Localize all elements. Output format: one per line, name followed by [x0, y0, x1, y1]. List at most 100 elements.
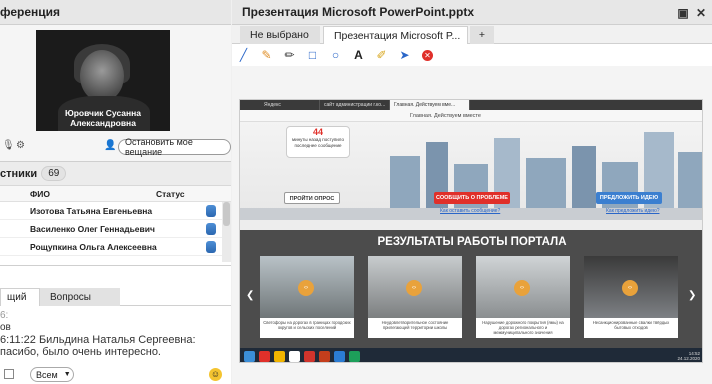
tab-not-selected[interactable]: Не выбрано — [240, 26, 320, 44]
result-card[interactable]: ‹› Светофоры на дорогах в границах город… — [260, 256, 354, 338]
presentation-title: Презентация Microsoft PowerPoint.pptx — [242, 5, 475, 19]
column-name[interactable]: ФИО — [30, 189, 156, 199]
building — [572, 146, 596, 208]
participant-row[interactable]: Рощупкина Ольга Алексеевна — [0, 238, 231, 256]
add-tab-button[interactable]: + — [470, 26, 494, 44]
recipient-select-value: Всем — [36, 369, 58, 380]
checkbox-icon[interactable] — [4, 369, 14, 379]
participant-status-icon — [206, 204, 216, 217]
taskbar-date: 24.12.2020 — [677, 356, 700, 361]
chat-messages: 6: ов 6:11:22 Бильдина Наталья Сергеевна… — [0, 310, 231, 358]
marker-tool-icon[interactable]: ✎ — [255, 46, 278, 64]
video-panel-title: ференция — [0, 5, 61, 19]
chat-panel: щий Вопросы 6: ов 6:11:22 Бильдина Натал… — [0, 266, 231, 384]
result-card-badge: ‹› — [622, 280, 638, 296]
presentation-title-bar: Презентация Microsoft PowerPoint.pptx ▣ … — [232, 0, 712, 25]
participants-panel: стники 69 ФИО Статус Изотова Татьяна Евг… — [0, 162, 231, 266]
minimize-icon[interactable]: ▣ — [676, 6, 690, 20]
result-card[interactable]: ‹› Нарушение дорожного покрытия (ямы) на… — [476, 256, 570, 338]
result-card-caption: Несанкционированные свалки твёрдых бытов… — [592, 320, 670, 330]
chat-footer: Всем ▼ ☺ — [0, 366, 231, 384]
document-tabs: Не выбрано Презентация Microsoft P... + — [232, 25, 712, 44]
pen-tool-icon[interactable]: ✏ — [278, 46, 301, 64]
start-icon[interactable] — [244, 350, 255, 362]
pointer-tool-icon[interactable]: ➤ — [393, 46, 416, 64]
chat-line: ов — [0, 322, 11, 333]
taskbar-app-icon[interactable] — [259, 350, 270, 362]
chevron-right-icon[interactable]: ❯ — [688, 290, 696, 301]
survey-button[interactable]: ПРОЙТИ ОПРОС — [284, 192, 340, 204]
column-status[interactable]: Статус — [156, 189, 185, 199]
recipient-select[interactable]: Всем ▼ — [30, 367, 74, 382]
portal-results: РЕЗУЛЬТАТЫ РАБОТЫ ПОРТАЛА ❮ ❯ ‹› Светофо… — [240, 230, 702, 348]
tab-general-chat[interactable]: щий — [0, 288, 40, 306]
close-icon[interactable]: ✕ — [694, 6, 708, 20]
emoji-icon[interactable]: ☺ — [209, 368, 222, 381]
browser-tab: Яндекс — [260, 100, 320, 110]
participants-columns: ФИО Статус — [0, 186, 231, 202]
taskbar-app-icon[interactable] — [334, 350, 345, 362]
building — [526, 158, 566, 208]
taskbar-clock: 14:52 24.12.2020 — [677, 351, 700, 361]
rectangle-tool-icon[interactable]: □ — [301, 46, 324, 64]
taskbar-app-icon[interactable] — [349, 350, 360, 362]
taskbar-app-icon[interactable] — [289, 350, 300, 362]
highlighter-tool-icon[interactable]: ✐ — [370, 46, 393, 64]
result-card[interactable]: ‹› Неудовлетворительное состояние прилег… — [368, 256, 462, 338]
taskbar-app-icon[interactable] — [274, 350, 285, 362]
result-card-caption: Светофоры на дорогах в границах городски… — [263, 320, 351, 330]
tab-questions[interactable]: Вопросы — [40, 288, 120, 306]
tab-presentation[interactable]: Презентация Microsoft P... — [323, 26, 468, 44]
stop-broadcast-button[interactable]: Остановить мое вещание — [118, 137, 231, 157]
microphone-icon[interactable]: 🎙 — [2, 140, 15, 151]
presentation-panel: Презентация Microsoft PowerPoint.pptx ▣ … — [232, 0, 712, 384]
text-tool-icon[interactable]: A — [347, 46, 370, 64]
video-panel-header: ференция — [0, 0, 231, 25]
result-card-caption: Нарушение дорожного покрытия (ямы) на до… — [482, 320, 564, 335]
left-column: ференция Юровчик Сусанна Александровна 🎙… — [0, 0, 231, 384]
browser-address: Главная. Действуем вместе — [240, 110, 702, 122]
suggest-idea-button[interactable]: ПРЕДЛОЖИТЬ ИДЕЮ — [596, 192, 662, 204]
bubble-text: минуты назад поступило последнее сообщен… — [292, 137, 344, 148]
participants-count-badge: 69 — [41, 166, 67, 181]
participant-row[interactable]: Василенко Олег Геннадьевич — [0, 220, 231, 238]
video-caption: Юровчик Сусанна Александровна — [64, 108, 142, 128]
participant-row[interactable]: Изотова Татьяна Евгеньевна — [0, 202, 231, 220]
clear-tool-icon[interactable]: ✕ — [416, 46, 439, 64]
participant-status-icon — [206, 240, 216, 253]
slide-screenshot[interactable]: Яндекс сайт администрации г.ко... Главна… — [239, 99, 703, 363]
results-title: РЕЗУЛЬТАТЫ РАБОТЫ ПОРТАЛА — [377, 236, 567, 248]
result-card-badge: ‹› — [514, 280, 530, 296]
participants-scrollbar[interactable] — [222, 202, 231, 262]
chat-tabs: щий Вопросы — [0, 288, 231, 306]
chat-line: 6: — [0, 310, 9, 321]
chevron-left-icon[interactable]: ❮ — [246, 290, 254, 301]
building — [678, 152, 702, 208]
participant-name: Изотова Татьяна Евгеньевна — [30, 205, 153, 216]
taskbar-app-icon[interactable] — [304, 350, 315, 362]
taskbar-app-icon[interactable] — [319, 350, 330, 362]
chat-line: 6:11:22 Бильдина Наталья Сергеевна: — [0, 334, 196, 346]
result-card-badge: ‹› — [406, 280, 422, 296]
speaker-video[interactable]: Юровчик Сусанна Александровна — [36, 30, 170, 131]
scrollbar-thumb[interactable] — [223, 202, 230, 226]
ground — [240, 220, 702, 230]
idea-help-link[interactable]: Как предложить идею? — [606, 208, 660, 214]
user-icon: 👤 — [104, 140, 117, 151]
report-problem-button[interactable]: СООБЩИТЬ О ПРОБЛЕМЕ — [434, 192, 510, 204]
last-message-bubble: 44 минуты назад поступило последнее сооб… — [286, 126, 350, 158]
browser-tab: сайт администрации г.ко... — [320, 100, 390, 110]
slide-area: Яндекс сайт администрации г.ко... Главна… — [232, 66, 712, 384]
ellipse-tool-icon[interactable]: ○ — [324, 46, 347, 64]
windows-taskbar: 14:52 24.12.2020 — [240, 348, 702, 362]
bubble-number: 44 — [312, 127, 323, 137]
video-face — [80, 50, 124, 102]
result-card-badge: ‹› — [298, 280, 314, 296]
video-controls: 🎙 ⚙ 👤 Остановить мое вещание — [0, 137, 231, 157]
result-card[interactable]: ‹› Несанкционированные свалки твёрдых бы… — [584, 256, 678, 338]
report-help-link[interactable]: Как оставить сообщение? — [440, 208, 500, 214]
camera-icon[interactable]: ⚙ — [16, 140, 25, 151]
line-tool-icon[interactable]: ╱ — [232, 46, 255, 64]
browser-tab: Главная. Действуем вме... — [390, 100, 470, 110]
result-card-caption: Неудовлетворительное состояние прилегающ… — [381, 320, 449, 330]
